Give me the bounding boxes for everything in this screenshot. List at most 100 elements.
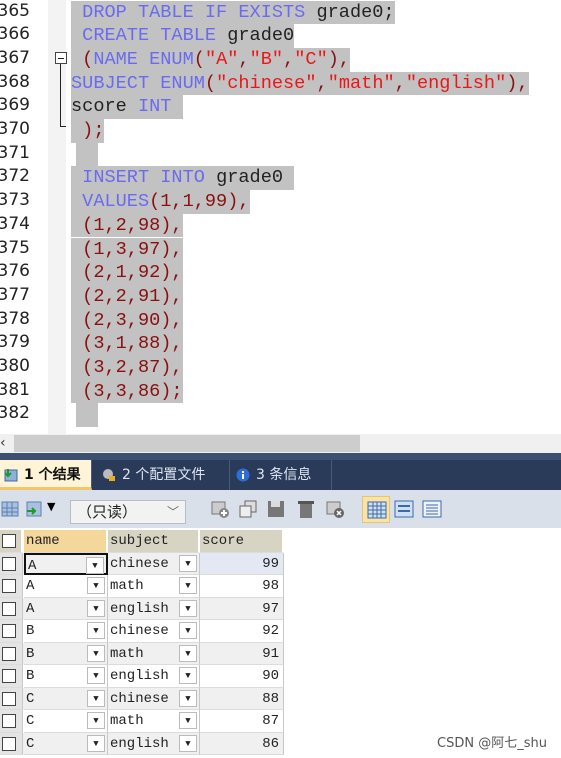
sql-editor[interactable]: 365 366 367 368 369 370 371 372 373 374 375 376 377 3… xyxy=(0,0,561,434)
import-dropdown-icon[interactable]: ▼ xyxy=(47,500,55,513)
dropdown-icon[interactable]: ▼ xyxy=(87,644,105,662)
add-row-icon[interactable] xyxy=(210,499,230,519)
score-cell[interactable]: 88 xyxy=(200,687,284,710)
score-cell[interactable]: 98 xyxy=(200,575,284,598)
subject-cell[interactable]: math ▼ xyxy=(108,642,200,665)
name-cell[interactable]: B ▼ xyxy=(24,665,108,688)
row-checkbox[interactable] xyxy=(2,579,16,593)
column-header-name[interactable]: name xyxy=(24,530,108,553)
tab-results[interactable]: 1 个结果 xyxy=(0,460,92,490)
row-checkbox[interactable] xyxy=(2,601,16,616)
subject-cell[interactable]: english ▼ xyxy=(108,732,200,755)
dropdown-icon[interactable]: ▼ xyxy=(87,734,105,752)
dropdown-icon[interactable]: ▼ xyxy=(179,644,197,662)
column-header-score[interactable]: score xyxy=(200,530,284,553)
subject-cell[interactable]: chinese ▼ xyxy=(108,552,200,575)
dropdown-icon[interactable]: ▼ xyxy=(87,577,105,594)
horizontal-scrollbar[interactable]: ‹ xyxy=(0,434,561,453)
dropdown-icon[interactable]: ▼ xyxy=(87,599,105,617)
scroll-left-icon[interactable]: ‹ xyxy=(0,434,6,453)
dropdown-icon[interactable]: ▼ xyxy=(87,667,105,684)
readonly-select[interactable]: （只读） ﹀ xyxy=(70,500,186,524)
row-select-cell[interactable] xyxy=(0,552,23,575)
table-row[interactable]: B ▼ chinese ▼ 92 xyxy=(0,620,284,643)
row-checkbox[interactable] xyxy=(2,624,16,638)
score-cell[interactable]: 97 xyxy=(200,597,284,620)
score-cell[interactable]: 91 xyxy=(200,642,284,665)
fold-collapse-icon[interactable] xyxy=(55,52,67,64)
code-token: score xyxy=(71,96,138,118)
name-cell[interactable]: A ▼ xyxy=(24,597,108,620)
name-cell[interactable]: B ▼ xyxy=(24,642,108,665)
row-select-cell[interactable] xyxy=(0,620,23,643)
name-cell[interactable]: C ▼ xyxy=(24,732,108,755)
dropdown-icon[interactable]: ▼ xyxy=(179,667,197,684)
dropdown-icon[interactable]: ▼ xyxy=(179,712,197,729)
table-row[interactable]: A ▼ math ▼ 98 xyxy=(0,575,284,598)
subject-cell[interactable]: english ▼ xyxy=(108,665,200,688)
table-row[interactable]: C ▼ chinese ▼ 88 xyxy=(0,687,284,710)
score-cell[interactable]: 87 xyxy=(200,710,284,733)
score-cell[interactable]: 99 xyxy=(200,552,284,575)
column-header-subject[interactable]: subject xyxy=(108,530,200,553)
cancel-icon[interactable] xyxy=(325,499,345,519)
name-cell[interactable]: C ▼ xyxy=(24,710,108,733)
name-cell[interactable]: C ▼ xyxy=(24,687,108,710)
table-row[interactable]: B ▼ english ▼ 90 xyxy=(0,665,284,688)
table-row[interactable]: C ▼ english ▼ 86 xyxy=(0,732,284,755)
delete-icon[interactable] xyxy=(296,499,316,519)
row-checkbox[interactable] xyxy=(2,669,16,683)
dropdown-icon[interactable]: ▼ xyxy=(179,734,197,752)
duplicate-row-icon[interactable] xyxy=(238,499,258,519)
subject-cell[interactable]: chinese ▼ xyxy=(108,687,200,710)
scrollbar-thumb[interactable] xyxy=(14,435,360,452)
select-all-cell[interactable] xyxy=(0,530,23,553)
code-line: CREATE TABLE grade0 xyxy=(71,24,295,48)
dropdown-icon[interactable]: ▼ xyxy=(179,577,197,594)
subject-cell[interactable]: math ▼ xyxy=(108,710,200,733)
import-icon[interactable] xyxy=(24,499,44,519)
table-row[interactable]: A ▼ chinese ▼ 99 xyxy=(0,552,284,575)
select-all-checkbox[interactable] xyxy=(2,534,16,548)
dropdown-icon[interactable]: ▼ xyxy=(87,712,105,729)
row-select-cell[interactable] xyxy=(0,575,23,598)
code-token: (1,1,99), xyxy=(149,191,250,213)
export-icon[interactable] xyxy=(0,499,20,519)
row-select-cell[interactable] xyxy=(0,710,23,733)
score-cell[interactable]: 92 xyxy=(200,620,284,643)
tab-messages[interactable]: 3 条信息 xyxy=(232,460,332,490)
save-icon[interactable] xyxy=(266,499,286,519)
table-row[interactable]: C ▼ math ▼ 87 xyxy=(0,710,284,733)
dropdown-icon[interactable]: ▼ xyxy=(87,622,105,639)
row-checkbox[interactable] xyxy=(2,714,16,728)
row-checkbox[interactable] xyxy=(2,736,16,751)
row-select-cell[interactable] xyxy=(0,597,23,620)
dropdown-icon[interactable]: ▼ xyxy=(86,556,104,574)
row-checkbox[interactable] xyxy=(2,691,16,706)
tab-profiles[interactable]: 2 个配置文件 xyxy=(98,460,230,490)
table-row[interactable]: A ▼ english ▼ 97 xyxy=(0,597,284,620)
name-cell[interactable]: B ▼ xyxy=(24,620,108,643)
grid-view-button[interactable] xyxy=(362,496,390,523)
score-cell[interactable]: 90 xyxy=(200,665,284,688)
dropdown-icon[interactable]: ▼ xyxy=(179,554,197,572)
dropdown-icon[interactable]: ▼ xyxy=(87,689,105,707)
name-cell[interactable]: A ▼ xyxy=(24,575,108,598)
name-cell[interactable]: A ▼ xyxy=(24,552,108,575)
row-select-cell[interactable] xyxy=(0,642,23,665)
row-select-cell[interactable] xyxy=(0,665,23,688)
subject-cell[interactable]: chinese ▼ xyxy=(108,620,200,643)
form-view-icon[interactable] xyxy=(394,499,414,519)
row-select-cell[interactable] xyxy=(0,687,23,710)
row-checkbox[interactable] xyxy=(2,556,16,571)
dropdown-icon[interactable]: ▼ xyxy=(179,622,197,639)
text-view-icon[interactable] xyxy=(422,499,442,519)
row-select-cell[interactable] xyxy=(0,732,23,755)
subject-cell[interactable]: math ▼ xyxy=(108,575,200,598)
row-checkbox[interactable] xyxy=(2,646,16,661)
subject-cell[interactable]: english ▼ xyxy=(108,597,200,620)
score-cell[interactable]: 86 xyxy=(200,732,284,755)
dropdown-icon[interactable]: ▼ xyxy=(179,689,197,707)
dropdown-icon[interactable]: ▼ xyxy=(179,599,197,617)
table-row[interactable]: B ▼ math ▼ 91 xyxy=(0,642,284,665)
